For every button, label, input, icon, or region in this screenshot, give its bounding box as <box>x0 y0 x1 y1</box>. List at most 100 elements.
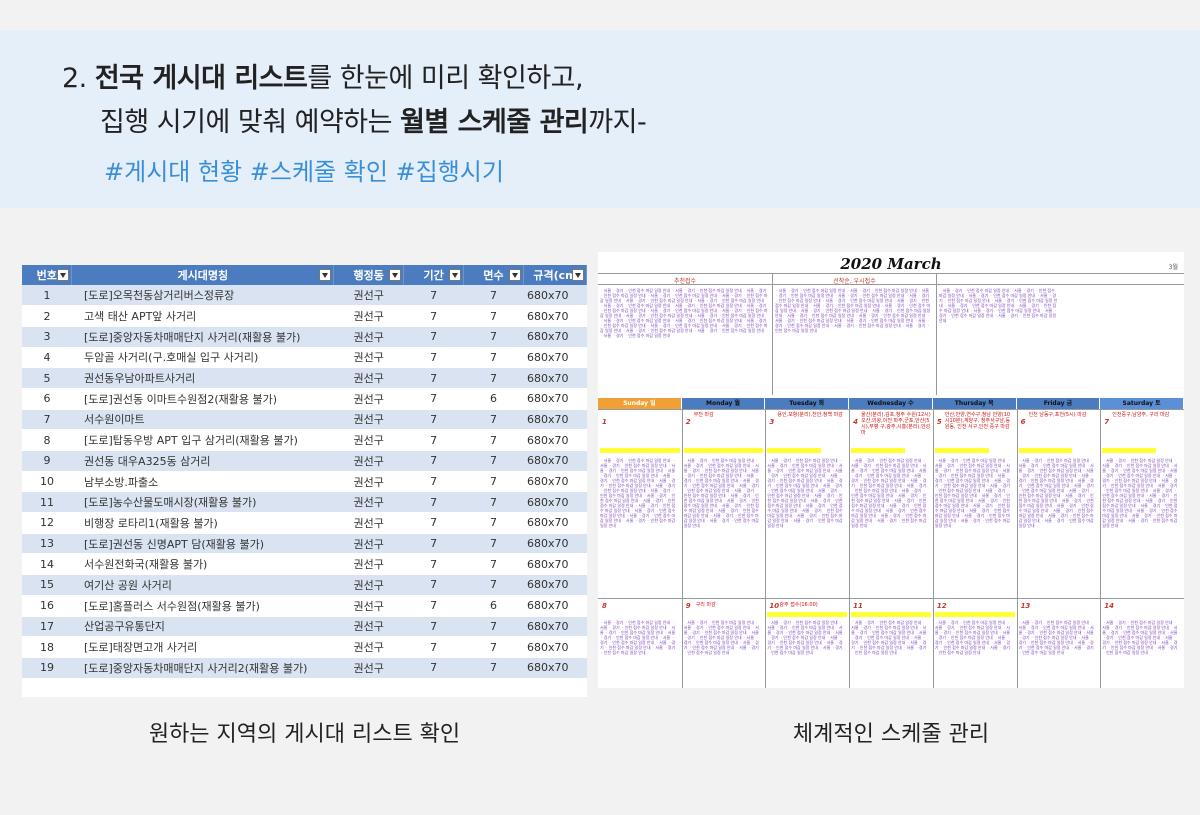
column-header[interactable]: 규격(cm <box>523 265 587 285</box>
filter-dropdown-icon[interactable] <box>449 269 462 281</box>
table-cell: 권선구 <box>333 636 404 658</box>
column-header[interactable]: 번호 <box>22 265 73 285</box>
weekday-header: Friday 금 <box>1016 398 1101 409</box>
column-header[interactable]: 면수 <box>463 265 524 285</box>
table-row[interactable]: 13 [도로]권선동 신명APT 담(재활용 불가) 권선구 7 7 680x70 <box>22 533 587 555</box>
table-cell: [도로]권선동 신명APT 담(재활용 불가) <box>71 533 334 555</box>
table-cell: 7 <box>463 285 524 307</box>
column-header-label: 행정동 <box>353 269 384 282</box>
table-cell: 2 <box>22 305 72 327</box>
column-header[interactable]: 행정동 <box>333 265 405 285</box>
table-cell: 7 <box>403 533 464 555</box>
table-cell: 7 <box>403 367 464 389</box>
date-number: 11 <box>853 602 863 610</box>
date-number: 1 <box>602 418 607 426</box>
deadline-note: 울산(분리),김포,청주 수원(12시)오산,의왕,이천 파주,군포,안산(5시… <box>861 412 931 436</box>
table-cell: 680x70 <box>523 636 587 658</box>
schedule-text-block: ㆍ서울 ㆍ경기 ㆍ인천 접수 마감 일정 안내 ㆍ서울 ㆍ경기 ㆍ인천 접수 마… <box>600 620 676 655</box>
table-row[interactable]: 15 여기산 공원 사거리 권선구 7 7 680x70 <box>22 574 587 596</box>
table-row[interactable]: 14 서수원전화국(재활용 불가) 권선구 7 7 680x70 <box>22 553 587 576</box>
table-row[interactable]: 12 비행장 로타리1(재활용 불가) 권선구 7 7 680x70 <box>22 512 587 534</box>
divider <box>1100 409 1102 688</box>
deadline-note: 인천중구,남양주, 구리 마감 <box>1112 412 1170 418</box>
table-cell: [도로]홈플러스 서수원점(재활용 불가) <box>71 595 334 617</box>
highlight-bar <box>767 448 822 453</box>
table-cell: 권선구 <box>333 471 404 493</box>
calendar-title: 2020 March <box>840 255 942 273</box>
table-row[interactable]: 5 권선동우남아파트사거리 권선구 7 7 680x70 <box>22 367 587 389</box>
table-cell: 680x70 <box>523 388 587 410</box>
table-cell: 7 <box>403 347 464 369</box>
date-number: 14 <box>1104 602 1115 610</box>
caption-left: 원하는 지역의 게시대 리스트 확인 <box>148 722 461 747</box>
table-cell: 7 <box>403 409 464 431</box>
filter-dropdown-icon[interactable] <box>508 269 521 281</box>
column-header[interactable]: 기간 <box>403 265 465 285</box>
weekday-header: Thursday 목 <box>932 398 1017 409</box>
date-number: 4 <box>853 418 859 426</box>
table-cell: 권선구 <box>333 305 404 327</box>
schedule-text-block: ㆍ서울 ㆍ경기 ㆍ인천 접수 마감 일정 안내 ㆍ서울 ㆍ경기 ㆍ인천 접수 마… <box>600 458 676 528</box>
table-row[interactable]: 1 [도로]오목천동삼거리버스정류장 권선구 7 7 680x70 <box>22 285 587 307</box>
table-cell: [도로]오목천동삼거리버스정류장 <box>71 285 334 307</box>
billboard-list-table: 번호 게시대명칭 행정동 기간 면수 규격(cm 1 [도로]오목천동삼거리버스정류장 권선구… <box>22 265 587 697</box>
filter-dropdown-icon[interactable] <box>57 269 70 281</box>
filter-dropdown-icon[interactable] <box>572 269 584 281</box>
calendar-column-header: 추천접수 <box>673 278 697 285</box>
table-cell: 680x70 <box>523 305 587 327</box>
schedule-text-block: ㆍ서울 ㆍ경기 ㆍ인천 접수 마감 일정 안내 ㆍ서울 ㆍ경기 ㆍ인천 접수 마… <box>934 620 1010 655</box>
table-cell: 3 <box>22 326 72 348</box>
highlight-bar <box>1102 448 1156 453</box>
table-row[interactable]: 2 고색 태산 APT앞 사거리 권선구 7 7 680x70 <box>22 305 587 327</box>
table-row[interactable]: 7 서수원이마트 권선구 7 7 680x70 <box>22 409 587 431</box>
table-row[interactable]: 19 [도로]중앙자동차매매단지 사거리2(재활용 불가) 권선구 7 7 680x70 <box>22 657 587 679</box>
divider <box>681 409 683 688</box>
divider <box>936 273 937 395</box>
table-cell: 680x70 <box>523 657 587 679</box>
filter-dropdown-icon[interactable] <box>389 269 402 281</box>
table-cell: 서수원전화국(재활용 불가) <box>71 553 334 576</box>
table-cell: 7 <box>463 409 524 431</box>
table-row[interactable]: 8 [도로]탑동우방 APT 입구 삼거리(재활용 불가) 권선구 7 7 680x70 <box>22 429 587 451</box>
schedule-text-block: ㆍ서울 ㆍ경기 ㆍ인천 접수 마감 일정 안내 ㆍ서울 ㆍ경기 ㆍ인천 접수 마… <box>939 288 1058 323</box>
table-cell: 15 <box>22 574 72 596</box>
highlight-bar <box>851 448 905 453</box>
table-row[interactable]: 11 [도로]농수산물도매시장(재활용 불가) 권선구 7 7 680x70 <box>22 491 587 514</box>
table-row[interactable]: 4 두암골 사거리(구.호매실 입구 사거리) 권선구 7 7 680x70 <box>22 347 587 369</box>
table-cell: 7 <box>403 595 464 617</box>
table-row[interactable]: 17 산업공구유통단지 권선구 7 7 680x70 <box>22 616 587 638</box>
divider <box>598 598 1184 599</box>
highlight-bar <box>767 612 848 617</box>
table-cell: 10 <box>22 471 72 493</box>
table-row[interactable]: 18 [도로]태장면고개 사거리 권선구 7 7 680x70 <box>22 636 587 658</box>
table-cell: 6 <box>463 595 524 617</box>
table-cell: 9 <box>22 450 72 472</box>
column-header-label: 기간 <box>423 269 444 282</box>
table-cell: 680x70 <box>523 429 587 451</box>
highlight-bar <box>851 612 931 617</box>
table-cell: 12 <box>22 512 72 534</box>
table-cell: 7 <box>463 429 524 451</box>
table-cell: 권선구 <box>333 326 404 348</box>
date-number: 6 <box>1020 418 1026 426</box>
date-number: 13 <box>1020 602 1031 610</box>
table-cell: 7 <box>463 533 524 555</box>
divider <box>598 273 1184 274</box>
weekday-header: Tuesday 화 <box>765 398 850 409</box>
divider <box>849 409 851 688</box>
table-cell: 두암골 사거리(구.호매실 입구 사거리) <box>71 347 334 369</box>
table-cell: 7 <box>463 657 524 679</box>
table-row[interactable]: 6 [도로]권선동 이마트수원점2(재활용 불가) 권선구 7 6 680x70 <box>22 388 587 410</box>
table-cell: 7 <box>403 450 464 472</box>
table-row[interactable]: 16 [도로]홈플러스 서수원점(재활용 불가) 권선구 7 6 680x70 <box>22 595 587 617</box>
column-header-label: 면수 <box>483 269 504 282</box>
filter-dropdown-icon[interactable] <box>319 269 332 281</box>
column-header[interactable]: 게시대명칭 <box>71 265 335 285</box>
table-row[interactable]: 3 [도로]중앙자동차매매단지 사거리(재활용 불가) 권선구 7 7 680x70 <box>22 326 587 348</box>
table-row[interactable]: 9 권선동 대우A325동 삼거리 권선구 7 7 680x70 <box>22 450 587 472</box>
date-number: 7 <box>1104 418 1110 426</box>
table-cell: 680x70 <box>523 367 587 389</box>
table-cell: 1 <box>22 285 72 307</box>
table-row[interactable]: 10 남부소방.파출소 권선구 7 7 680x70 <box>22 471 587 493</box>
table-cell: 7 <box>403 512 464 534</box>
